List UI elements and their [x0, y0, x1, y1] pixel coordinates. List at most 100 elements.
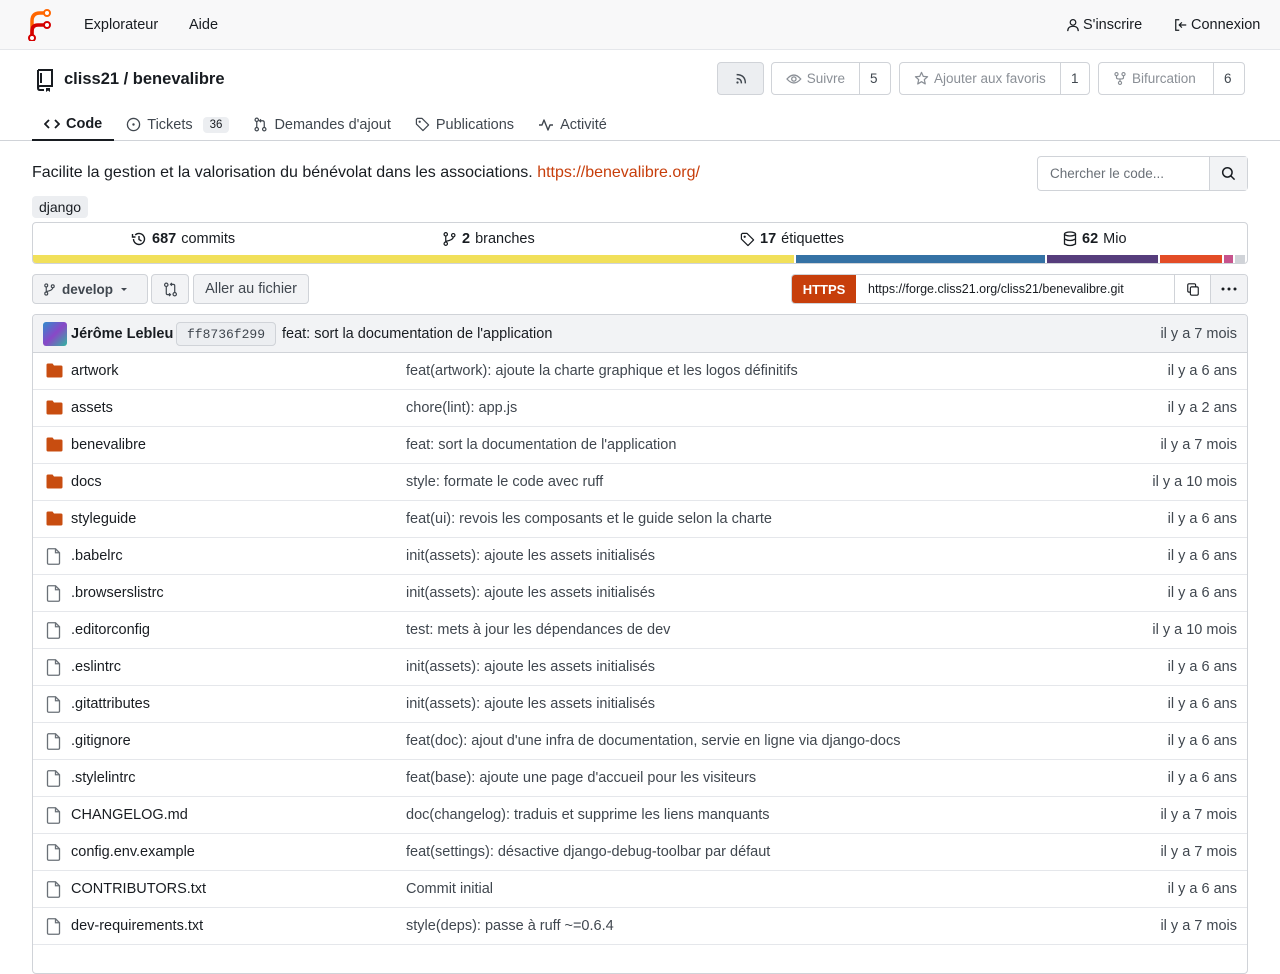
- more-options-button[interactable]: [1210, 275, 1247, 303]
- rss-button[interactable]: [717, 62, 764, 95]
- file-table: Jérôme Lebleu ff8736f299 feat: sort la d…: [32, 314, 1248, 974]
- copy-url-button[interactable]: [1174, 275, 1210, 303]
- watch-button[interactable]: Suivre: [772, 63, 860, 94]
- entry-commit-message[interactable]: Commit initial: [406, 881, 493, 897]
- language-bar[interactable]: [33, 255, 1247, 263]
- entry-icon: [46, 696, 61, 716]
- repo-title[interactable]: cliss21 / benevalibre: [64, 70, 225, 89]
- register-link[interactable]: S'inscrire: [1066, 17, 1142, 33]
- description-text: Facilite la gestion et la valorisation d…: [32, 164, 533, 181]
- entry-commit-message[interactable]: feat(doc): ajout d'une infra de document…: [406, 733, 900, 749]
- table-row: assets chore(lint): app.js il y a 2 ans: [33, 390, 1247, 427]
- entry-commit-message[interactable]: init(assets): ajoute les assets initiali…: [406, 548, 655, 564]
- tab-code[interactable]: Code: [32, 108, 115, 141]
- entry-icon: [46, 733, 61, 753]
- file-icon: [46, 770, 61, 787]
- file-icon: [46, 807, 61, 824]
- star-button[interactable]: Ajouter aux favoris: [900, 63, 1061, 94]
- commit-author[interactable]: Jérôme Lebleu: [71, 326, 173, 342]
- entry-name[interactable]: CONTRIBUTORS.txt: [71, 881, 206, 897]
- entry-name[interactable]: dev-requirements.txt: [71, 918, 203, 934]
- entry-name[interactable]: styleguide: [71, 511, 136, 527]
- clone-url-field[interactable]: https://forge.cliss21.org/cliss21/beneva…: [856, 275, 1174, 303]
- avatar[interactable]: [43, 322, 67, 346]
- entry-commit-message[interactable]: style: formate le code avec ruff: [406, 474, 603, 490]
- protocol-https-button[interactable]: HTTPS: [792, 275, 856, 303]
- compare-button[interactable]: [151, 274, 189, 304]
- code-search-input[interactable]: [1038, 157, 1209, 190]
- entry-commit-message[interactable]: feat: sort la documentation de l'applica…: [406, 437, 676, 453]
- tab-activity[interactable]: Activité: [526, 108, 619, 141]
- website-link[interactable]: https://benevalibre.org/: [537, 164, 700, 181]
- entry-time: il y a 6 ans: [1167, 770, 1237, 786]
- entry-name[interactable]: docs: [71, 474, 102, 490]
- language-segment[interactable]: [1235, 255, 1245, 263]
- table-row: CONTRIBUTORS.txt Commit initial il y a 6 a…: [33, 871, 1247, 908]
- entry-commit-message[interactable]: init(assets): ajoute les assets initiali…: [406, 585, 655, 601]
- entry-name[interactable]: .browserslistrc: [71, 585, 164, 601]
- entry-commit-message[interactable]: init(assets): ajoute les assets initiali…: [406, 696, 655, 712]
- entry-icon: [46, 770, 61, 790]
- tab-pull-requests[interactable]: Demandes d'ajout: [241, 108, 402, 141]
- fork-icon: [1114, 71, 1126, 86]
- file-icon: [46, 659, 61, 676]
- entry-name[interactable]: .eslintrc: [71, 659, 121, 675]
- tags-stat[interactable]: 17 étiquettes: [740, 231, 844, 247]
- nav-explore-link[interactable]: Explorateur: [84, 17, 158, 33]
- commits-count: 687: [152, 231, 177, 247]
- entry-name[interactable]: assets: [71, 400, 113, 416]
- entry-commit-message[interactable]: style(deps): passe à ruff ~=0.6.4: [406, 918, 614, 934]
- entry-name[interactable]: .gitignore: [71, 733, 131, 749]
- branches-stat[interactable]: 2 branches: [442, 231, 535, 247]
- commits-stat[interactable]: 687 commits: [131, 231, 235, 247]
- nav-help-link[interactable]: Aide: [189, 17, 218, 33]
- language-segment[interactable]: [1223, 255, 1234, 263]
- entry-commit-message[interactable]: test: mets à jour les dépendances de dev: [406, 622, 670, 638]
- entry-name[interactable]: CHANGELOG.md: [71, 807, 188, 823]
- watch-count[interactable]: 5: [860, 63, 888, 94]
- tab-releases[interactable]: Publications: [403, 108, 526, 141]
- entry-name[interactable]: .editorconfig: [71, 622, 150, 638]
- fork-count[interactable]: 6: [1214, 63, 1242, 94]
- tab-issues[interactable]: Tickets 36: [114, 108, 241, 141]
- forgejo-logo-icon[interactable]: [26, 9, 52, 41]
- commit-sha[interactable]: ff8736f299: [176, 322, 277, 346]
- language-segment[interactable]: [795, 255, 1045, 263]
- size-label: Mio: [1103, 231, 1127, 247]
- goto-file-button[interactable]: Aller au fichier: [193, 274, 309, 304]
- entry-commit-message[interactable]: init(assets): ajoute les assets initiali…: [406, 659, 655, 675]
- commit-message[interactable]: feat: sort la documentation de l'applica…: [282, 326, 552, 342]
- language-segment[interactable]: [33, 255, 794, 263]
- entry-name[interactable]: artwork: [71, 363, 119, 379]
- issues-count-badge: 36: [202, 116, 230, 133]
- language-segment[interactable]: [1046, 255, 1159, 263]
- size-stat: 62 Mio: [1063, 231, 1127, 247]
- entry-name[interactable]: config.env.example: [71, 844, 195, 860]
- file-icon: [46, 622, 61, 639]
- code-search-button[interactable]: [1209, 157, 1247, 190]
- table-row: .stylelintrc feat(base): ajoute une page …: [33, 760, 1247, 797]
- kebab-horizontal-icon: [1221, 287, 1237, 291]
- login-link[interactable]: Connexion: [1174, 17, 1260, 33]
- entry-commit-message[interactable]: chore(lint): app.js: [406, 400, 517, 416]
- branch-selector[interactable]: develop: [32, 274, 148, 304]
- branch-icon: [443, 232, 456, 246]
- file-icon: [46, 844, 61, 861]
- entry-commit-message[interactable]: feat(settings): désactive django-debug-t…: [406, 844, 770, 860]
- tags-label: étiquettes: [781, 231, 845, 247]
- entry-name[interactable]: .gitattributes: [71, 696, 150, 712]
- entry-icon: [46, 918, 61, 938]
- entry-name[interactable]: .babelrc: [71, 548, 123, 564]
- entry-name[interactable]: .stylelintrc: [71, 770, 135, 786]
- entry-commit-message[interactable]: feat(base): ajoute une page d'accueil po…: [406, 770, 756, 786]
- pulse-icon: [539, 118, 554, 131]
- star-count[interactable]: 1: [1061, 63, 1089, 94]
- entry-icon: [46, 363, 63, 381]
- fork-button[interactable]: Bifurcation: [1099, 63, 1214, 94]
- language-segment[interactable]: [1160, 255, 1222, 263]
- entry-commit-message[interactable]: feat(artwork): ajoute la charte graphiqu…: [406, 363, 798, 379]
- entry-name[interactable]: benevalibre: [71, 437, 146, 453]
- entry-commit-message[interactable]: doc(changelog): traduis et supprime les …: [406, 807, 770, 823]
- entry-commit-message[interactable]: feat(ui): revois les composants et le gu…: [406, 511, 772, 527]
- topic-badge[interactable]: django: [32, 196, 89, 218]
